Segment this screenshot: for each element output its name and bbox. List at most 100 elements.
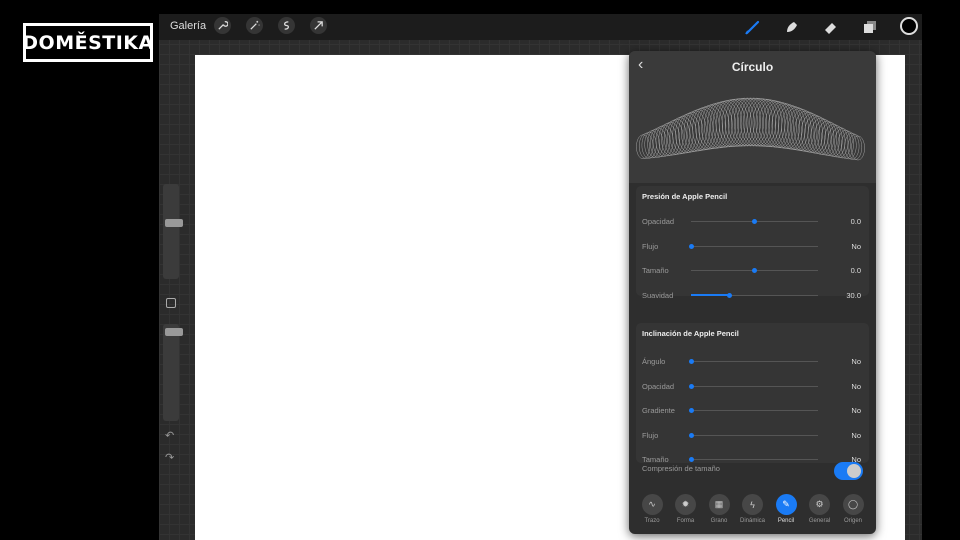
stroke-icon: ∿ <box>641 494 663 515</box>
tab-trazo[interactable]: ∿ Trazo <box>635 494 669 524</box>
opacity-thumb[interactable] <box>165 328 183 336</box>
slider-row-tamaño[interactable]: Tamaño 0.0 <box>636 263 869 277</box>
slider-label: Flujo <box>642 430 659 440</box>
slider-value: No <box>851 241 861 251</box>
selection-icon[interactable] <box>278 17 295 34</box>
slider-track[interactable] <box>688 359 818 364</box>
slider-value: No <box>851 381 861 391</box>
tab-label: Pencil <box>777 518 795 524</box>
slider-track[interactable] <box>688 383 818 389</box>
panel-header: ‹ Círculo <box>629 51 876 183</box>
slider-fill <box>691 294 730 296</box>
shape-icon: ✹ <box>675 494 696 515</box>
tab-label: Dinámica <box>739 518 765 524</box>
slider-row-opacidad[interactable]: Opacidad No <box>636 379 869 393</box>
modify-button[interactable] <box>166 298 176 308</box>
slider-value: No <box>851 357 861 366</box>
section-title: Inclinación de Apple Pencil <box>642 329 739 338</box>
color-picker-button[interactable] <box>900 17 918 35</box>
preview-stamp <box>844 132 860 160</box>
slider-knob[interactable] <box>688 408 694 414</box>
tab-pencil[interactable]: ✎ Pencil <box>769 494 803 524</box>
slider-row-gradiente[interactable]: Gradiente No <box>636 403 869 417</box>
slider-row-suavidad[interactable]: Suavidad 30.0 <box>636 288 869 302</box>
general-icon: ⚙ <box>809 494 830 515</box>
top-toolbar: Galería <box>159 14 922 40</box>
slider-track[interactable] <box>688 457 818 463</box>
slider-value: No <box>851 406 861 416</box>
preview-stamp <box>837 130 854 159</box>
tab-general[interactable]: ⚙ General <box>803 494 837 524</box>
toggle-knob <box>847 464 861 478</box>
slider-track[interactable] <box>688 408 818 414</box>
slider-value: 30.0 <box>846 290 861 300</box>
logo-text: DOMĚSTIKA <box>22 31 154 54</box>
undo-icon[interactable]: ↶ <box>165 429 174 442</box>
slider-track[interactable] <box>688 243 818 249</box>
slider-knob[interactable] <box>688 383 694 389</box>
procreate-app: Galería ↶ ↷ ‹ Círculo Presión de Apple P… <box>159 14 922 540</box>
slider-knob[interactable] <box>688 457 694 463</box>
tab-dinámica[interactable]: ϟ Dinámica <box>736 494 770 524</box>
slider-knob[interactable] <box>752 219 757 224</box>
pressure-section: Presión de Apple Pencil Opacidad 0.0 Flujo… <box>636 186 869 300</box>
opacity-slider[interactable] <box>163 324 183 421</box>
brush-studio-tabs: ∿ Trazo ✹ Forma ▦ Grano ϟ Dinámica ✎ Pencil ⚙ Gener… <box>629 494 876 534</box>
slider-row-flujo[interactable]: Flujo No <box>636 239 869 253</box>
grain-icon: ▦ <box>708 494 730 515</box>
slider-value: No <box>851 430 861 440</box>
size-compression-toggle[interactable] <box>834 462 863 480</box>
eraser-icon[interactable] <box>821 17 841 37</box>
slider-label: Flujo <box>642 241 659 251</box>
gallery-button[interactable]: Galería <box>170 20 206 32</box>
brush-studio-panel: ‹ Círculo Presión de Apple Pencil Opacid… <box>629 51 876 534</box>
brush-size-thumb[interactable] <box>165 219 183 227</box>
preview-stamp <box>644 130 660 159</box>
tab-label: Grano <box>710 518 728 524</box>
slider-value: 0.0 <box>850 217 861 226</box>
slider-label: Suavidad <box>642 290 674 300</box>
slider-row-flujo[interactable]: Flujo No <box>636 428 869 442</box>
size-compression-label: Compresión de tamaño <box>642 464 720 473</box>
slider-knob[interactable] <box>726 292 732 298</box>
redo-icon[interactable]: ↷ <box>165 451 174 464</box>
smudge-icon[interactable] <box>782 17 802 37</box>
slider-track[interactable] <box>691 292 818 298</box>
slider-label: Tamaño <box>642 266 669 275</box>
tab-label: Trazo <box>644 518 660 524</box>
slider-knob[interactable] <box>688 243 694 249</box>
slider-value: 0.0 <box>850 266 861 275</box>
slider-track[interactable] <box>688 432 818 438</box>
slider-knob[interactable] <box>688 359 694 364</box>
section-title: Presión de Apple Pencil <box>642 192 728 201</box>
slider-label: Opacidad <box>642 217 675 226</box>
slider-label: Gradiente <box>642 406 675 416</box>
transform-arrow-icon[interactable] <box>310 17 327 34</box>
tilt-section: Inclinación de Apple Pencil Ángulo No Opac… <box>636 323 869 464</box>
slider-knob[interactable] <box>752 268 757 273</box>
wrench-icon[interactable] <box>214 17 231 34</box>
left-sidebar: ↶ ↷ <box>159 184 183 474</box>
slider-label: Opacidad <box>642 381 675 391</box>
preview-stamp <box>641 131 657 159</box>
slider-row-ángulo[interactable]: Ángulo No <box>636 354 869 368</box>
tab-forma[interactable]: ✹ Forma <box>669 494 703 524</box>
tab-label: Forma <box>676 518 695 524</box>
tab-label: General <box>808 518 831 524</box>
tab-grano[interactable]: ▦ Grano <box>702 494 736 524</box>
preview-stamp <box>841 131 857 160</box>
tab-origen[interactable]: ◯ Origen <box>836 494 870 524</box>
slider-knob[interactable] <box>688 432 694 438</box>
layers-icon[interactable] <box>860 17 880 37</box>
magic-wand-icon[interactable] <box>246 17 263 34</box>
slider-track[interactable] <box>691 268 818 273</box>
brush-size-slider[interactable] <box>163 184 183 279</box>
source-icon: ◯ <box>842 494 864 515</box>
slider-row-opacidad[interactable]: Opacidad 0.0 <box>636 214 869 228</box>
dynamics-icon: ϟ <box>742 494 763 515</box>
slider-track[interactable] <box>691 219 818 224</box>
stroke-preview <box>636 97 865 161</box>
brush-icon[interactable] <box>743 17 763 37</box>
pencil-icon: ✎ <box>775 494 797 515</box>
domestika-logo: DOMĚSTIKA <box>22 23 154 62</box>
